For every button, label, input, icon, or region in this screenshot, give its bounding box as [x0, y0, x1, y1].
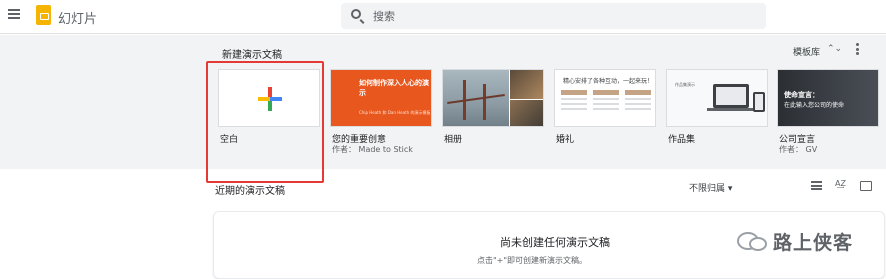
expand-collapse-icon[interactable]: ⌃⌄	[827, 44, 842, 54]
recent-section-title: 近期的演示文稿	[215, 186, 285, 197]
sort-az-icon[interactable]: A͢Z	[835, 179, 846, 188]
phone-icon	[753, 92, 765, 112]
template-name[interactable]: 婚礼	[556, 132, 574, 145]
thumb-title: 如何制作深入人心的演示	[359, 79, 429, 97]
template-author: 作者： GV	[779, 145, 818, 154]
hamburger-menu-icon[interactable]	[8, 9, 20, 19]
template-wedding[interactable]: 精心安排了各种互动，一起来玩！	[554, 69, 656, 127]
empty-state-subtitle: 点击"+"即可创建新演示文稿。	[477, 256, 588, 265]
top-app-bar: 幻灯片	[0, 0, 886, 34]
template-pitch[interactable]: 如何制作深入人心的演示 Chip Heath 和 Dan Heath 的演示模板	[330, 69, 432, 127]
thumb-label: 作品集演示	[675, 82, 695, 87]
thumb-title: 使命宣言：	[784, 91, 819, 99]
new-presentation-section: 新建演示文稿 模板库 ⌃⌄ 空白 如何制作深入人心的演示 Chip Heath …	[0, 35, 886, 183]
photo-thumbnail	[443, 70, 509, 126]
thumb-column	[625, 90, 651, 113]
thumb-subtitle: 在此输入您公司的使命	[784, 102, 845, 109]
owner-filter-dropdown[interactable]: 不限归属 ▾	[689, 181, 732, 194]
folder-icon[interactable]	[860, 181, 872, 191]
watermark-text: 路上侠客	[773, 232, 854, 254]
template-portfolio[interactable]: 作品集演示	[666, 69, 768, 127]
search-box[interactable]	[341, 3, 766, 29]
search-input[interactable]	[373, 7, 753, 25]
thumb-column	[593, 90, 619, 113]
highlight-box	[206, 61, 324, 183]
thumb-subtitle: Chip Heath 和 Dan Heath 的演示模板	[359, 110, 431, 115]
slides-logo-icon[interactable]	[36, 5, 51, 25]
empty-state-title: 尚未创建任何演示文稿	[500, 236, 610, 249]
app-title[interactable]: 幻灯片	[58, 8, 97, 27]
more-vert-icon[interactable]	[856, 43, 860, 57]
template-name[interactable]: 相册	[444, 132, 462, 145]
template-gallery-button[interactable]: 模板库	[793, 45, 820, 58]
template-name[interactable]: 作品集	[668, 132, 695, 145]
template-author: 作者： Made to Stick	[332, 145, 413, 154]
watermark: 路上侠客	[737, 228, 867, 256]
list-view-icon[interactable]	[811, 181, 822, 191]
photo-thumbnail	[510, 70, 543, 99]
search-icon[interactable]	[351, 9, 361, 19]
template-photo-album[interactable]	[442, 69, 544, 127]
laptop-icon	[713, 84, 749, 108]
section-title: 新建演示文稿	[222, 50, 282, 61]
thumb-title: 精心安排了各种互动，一起来玩！	[563, 78, 654, 85]
template-company-mission[interactable]: 使命宣言： 在此输入您公司的使命	[777, 69, 879, 127]
photo-thumbnail	[510, 100, 543, 126]
thumb-column	[561, 90, 587, 113]
